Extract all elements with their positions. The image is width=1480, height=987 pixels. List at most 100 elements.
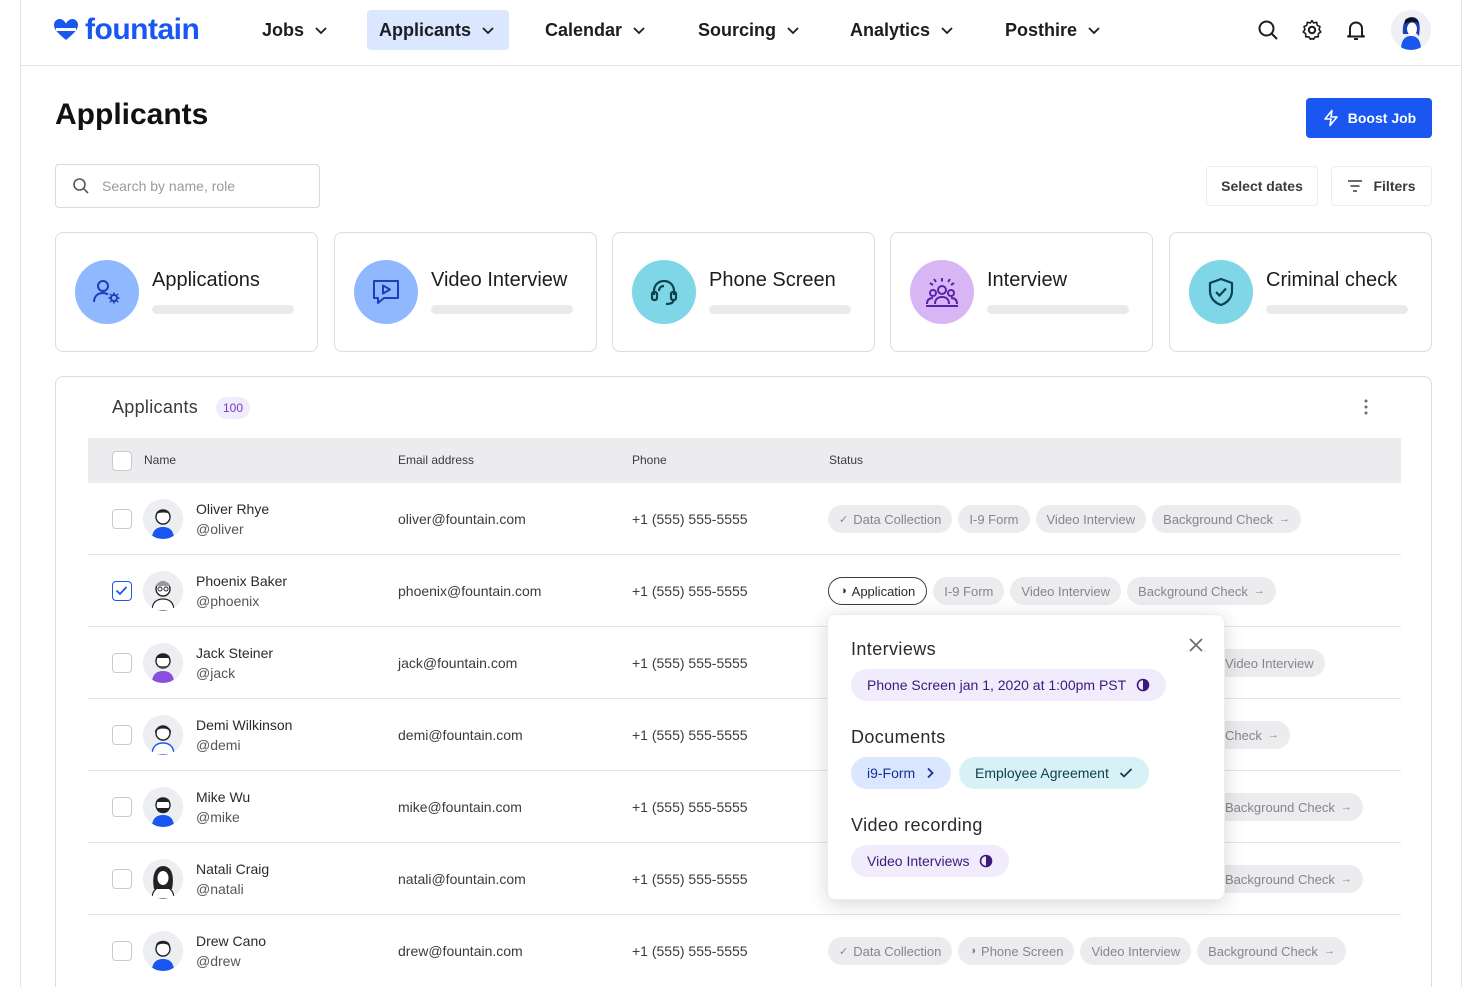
nav-applicants[interactable]: Applicants [367,10,509,50]
stage-progress-bar [709,305,851,314]
boost-job-button[interactable]: Boost Job [1306,98,1432,138]
avatar [143,715,183,755]
status-chip[interactable]: I-9 Form [958,505,1030,533]
status-chips: Background Check → [1214,865,1363,893]
applicant-name[interactable]: Demi Wilkinson [196,717,292,733]
employee-agreement-chip-label: Employee Agreement [975,765,1109,781]
status-chip-label: Background Check [1225,871,1335,887]
user-avatar-icon [1391,10,1431,50]
row-checkbox[interactable] [112,653,132,673]
status-chip[interactable]: Check → [1214,721,1290,749]
row-checkbox[interactable] [112,725,132,745]
video-interviews-chip[interactable]: Video Interviews [851,845,1010,877]
status-chip[interactable]: Video Interview [1035,505,1147,533]
status-chip[interactable]: Video Interview [1214,649,1325,677]
user-avatar[interactable] [1391,10,1431,50]
fountain-logo[interactable]: fountain [53,13,200,47]
table-row[interactable]: Drew Cano @drew drew@fountain.com +1 (55… [88,915,1401,987]
nav-analytics[interactable]: Analytics [838,10,966,50]
status-chip-active[interactable]: ◑ Application [828,577,928,605]
chevron-down-icon [941,27,953,35]
applicant-email: mike@fountain.com [398,799,522,815]
select-all-checkbox[interactable] [112,451,132,471]
interview-chip[interactable]: Phone Screen jan 1, 2020 at 1:00pm PST [851,669,1167,701]
stage-card-applications[interactable]: Applications [55,232,318,352]
stage-card-criminal-check[interactable]: Criminal check [1169,232,1432,352]
applicant-name[interactable]: Phoenix Baker [196,573,287,589]
col-phone[interactable]: Phone [632,453,667,467]
stage-card-video-interview[interactable]: Video Interview [334,232,597,352]
gear-icon[interactable] [1300,18,1324,42]
applicant-name[interactable]: Oliver Rhye [196,501,269,517]
stage-title: Video Interview [431,269,568,291]
applicant-name[interactable]: Mike Wu [196,789,250,805]
top-nav: fountain Jobs Applicants Calendar Sourci… [21,0,1461,66]
nav-calendar[interactable]: Calendar [533,10,658,50]
employee-agreement-chip[interactable]: Employee Agreement [959,757,1149,789]
nav-applicants-label: Applicants [379,19,472,40]
applicant-name[interactable]: Jack Steiner [196,645,273,661]
status-chip[interactable]: I-9 Form [933,577,1005,605]
nav-posthire[interactable]: Posthire [993,10,1113,50]
row-checkbox[interactable] [112,869,132,889]
avatar [143,571,183,611]
applicant-name[interactable]: Drew Cano [196,933,266,949]
nav-analytics-label: Analytics [850,19,931,40]
status-chip[interactable]: ◑ Phone Screen [958,937,1075,965]
search-input[interactable] [102,178,302,194]
applicant-email: drew@fountain.com [398,943,523,959]
bell-icon[interactable] [1344,18,1368,42]
select-dates-label: Select dates [1221,178,1303,194]
applicant-name[interactable]: Natali Craig [196,861,269,877]
status-chip-label: Background Check [1163,511,1273,527]
status-chip[interactable]: Background Check → [1127,577,1276,605]
search-icon[interactable] [1256,18,1280,42]
stage-card-phone-screen[interactable]: Phone Screen [612,232,875,352]
status-chip[interactable]: Background Check → [1152,505,1301,533]
col-email[interactable]: Email address [398,453,474,467]
status-chip[interactable]: ✓ Data Collection [828,937,953,965]
more-vertical-icon[interactable] [1356,397,1376,417]
status-chip[interactable]: Video Interview [1010,577,1122,605]
status-chip[interactable]: ✓ Data Collection [828,505,953,533]
applicant-handle: @jack [196,665,236,681]
stage-icon-circle [75,260,139,324]
applicant-phone: +1 (555) 555-5555 [632,511,748,527]
row-checkbox[interactable] [112,941,132,961]
filters-button[interactable]: Filters [1331,166,1432,206]
nav-sourcing[interactable]: Sourcing [686,10,812,50]
nav-jobs[interactable]: Jobs [250,10,340,50]
status-chip-label: Application [851,583,916,599]
row-checkbox[interactable] [112,797,132,817]
applicant-phone: +1 (555) 555-5555 [632,655,748,671]
arrow-right-icon: → [1267,729,1279,741]
row-checkbox[interactable] [112,581,132,601]
arrow-right-icon: → [1340,873,1352,885]
applicant-email: jack@fountain.com [398,655,518,671]
status-chip[interactable]: Video Interview [1080,937,1192,965]
select-dates-button[interactable]: Select dates [1206,166,1318,206]
stage-icon-circle [1189,260,1253,324]
table-row[interactable]: Oliver Rhye @oliver oliver@fountain.com … [88,483,1401,555]
close-icon[interactable] [1188,637,1204,653]
col-status[interactable]: Status [829,453,863,467]
col-name[interactable]: Name [144,453,176,467]
search-box[interactable] [55,164,320,208]
stage-card-interview[interactable]: Interview [890,232,1153,352]
logo-text: fountain [85,13,200,46]
status-chip-label: Background Check [1208,943,1318,959]
app-frame: fountain Jobs Applicants Calendar Sourci… [20,0,1462,987]
status-chips: ◑ Application I-9 Form Video Interview Ba… [828,577,1276,605]
i9-form-chip[interactable]: i9-Form [851,757,952,789]
stage-icon-circle [910,260,974,324]
status-chip[interactable]: Background Check → [1214,793,1363,821]
avatar [143,859,183,899]
status-chip[interactable]: Background Check → [1214,865,1363,893]
half-circle-icon: ◑ [840,585,847,597]
row-checkbox[interactable] [112,509,132,529]
status-chip[interactable]: Background Check → [1197,937,1346,965]
stage-progress-bar [431,305,573,314]
arrow-right-icon: → [1323,945,1335,957]
documents-heading: Documents [851,727,946,747]
half-circle-icon [980,854,993,868]
